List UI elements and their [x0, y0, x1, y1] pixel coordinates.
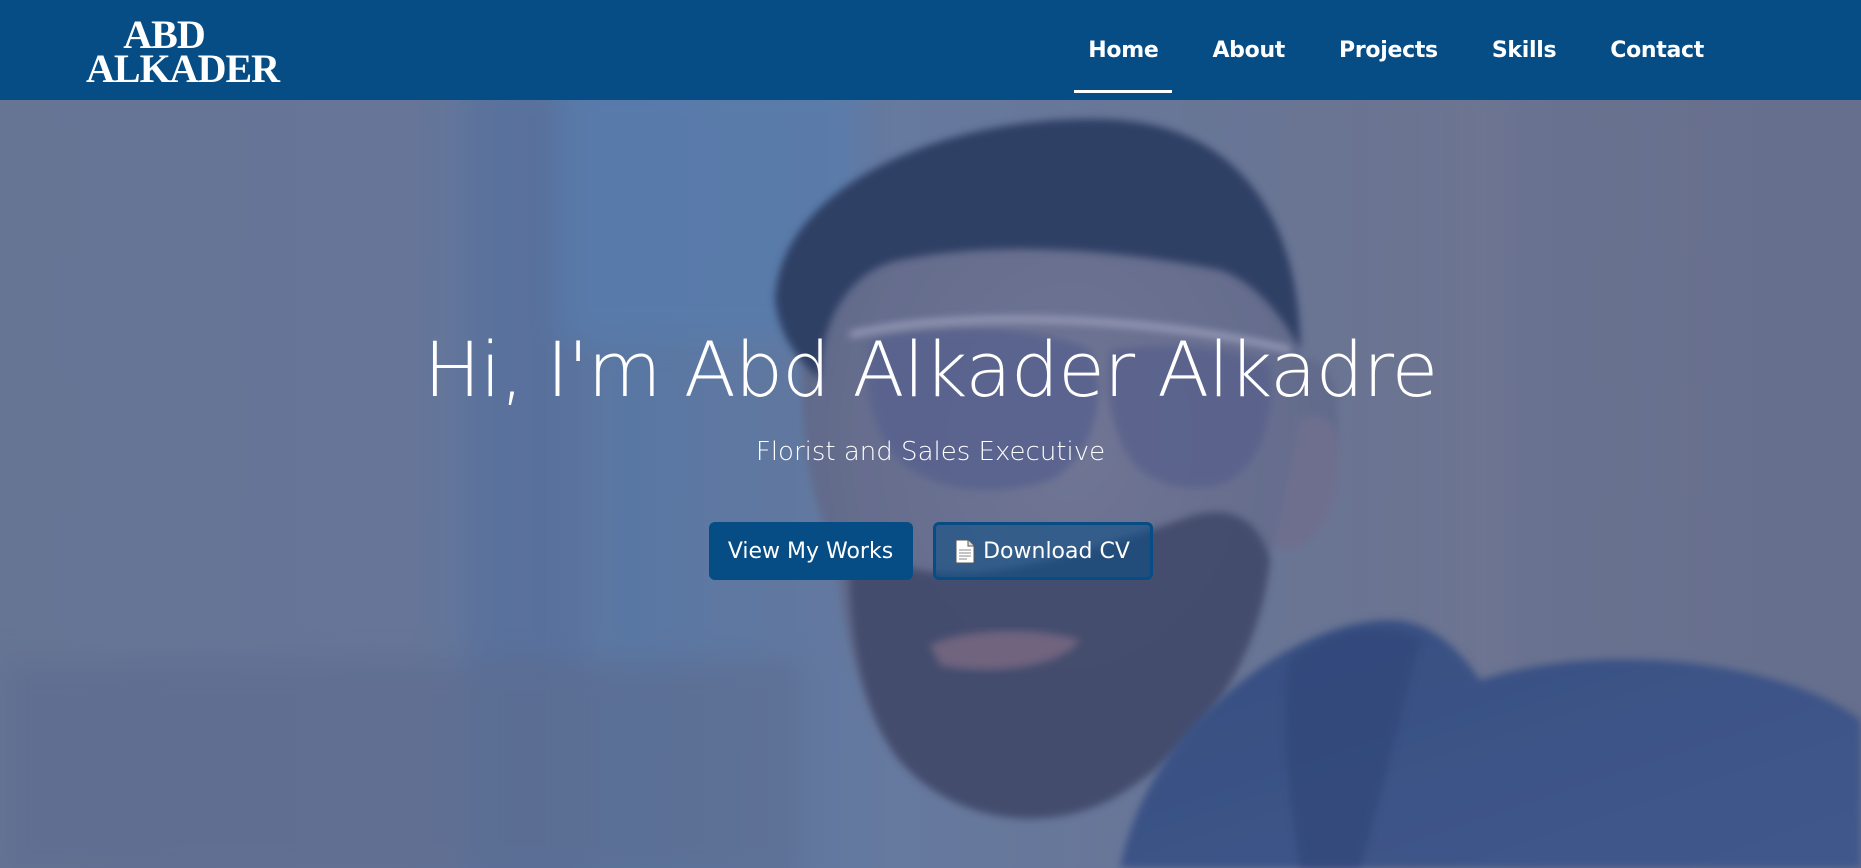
hero-buttons: View My Works Download CV	[0, 522, 1861, 580]
hero-content: Hi, I'm Abd Alkader Alkadre Florist and …	[0, 100, 1861, 868]
hero-title: Hi, I'm Abd Alkader Alkadre	[423, 325, 1438, 414]
hero-subtitle: Florist and Sales Executive	[755, 437, 1106, 467]
download-cv-button[interactable]: Download CV	[932, 522, 1153, 580]
nav-menu: Home About Projects Skills Contact	[1061, 0, 1731, 100]
view-my-works-label: View My Works	[727, 538, 894, 564]
nav-link-about[interactable]: About	[1185, 38, 1312, 63]
navbar: ABD ALKADER Home About Projects Skills C…	[0, 0, 1861, 100]
view-my-works-button[interactable]: View My Works	[708, 522, 913, 580]
brand-logo[interactable]: ABD ALKADER	[86, 15, 280, 91]
nav-link-contact[interactable]: Contact	[1583, 38, 1731, 63]
document-icon	[955, 539, 975, 563]
nav-link-home[interactable]: Home	[1061, 38, 1185, 93]
nav-link-projects[interactable]: Projects	[1312, 38, 1465, 63]
page: ABD ALKADER Home About Projects Skills C…	[0, 0, 1861, 868]
brand-line-2: ALKADER	[86, 46, 280, 91]
hero-section: Hi, I'm Abd Alkader Alkadre Florist and …	[0, 100, 1861, 868]
download-cv-label: Download CV	[983, 538, 1130, 564]
nav-link-skills[interactable]: Skills	[1465, 38, 1583, 63]
